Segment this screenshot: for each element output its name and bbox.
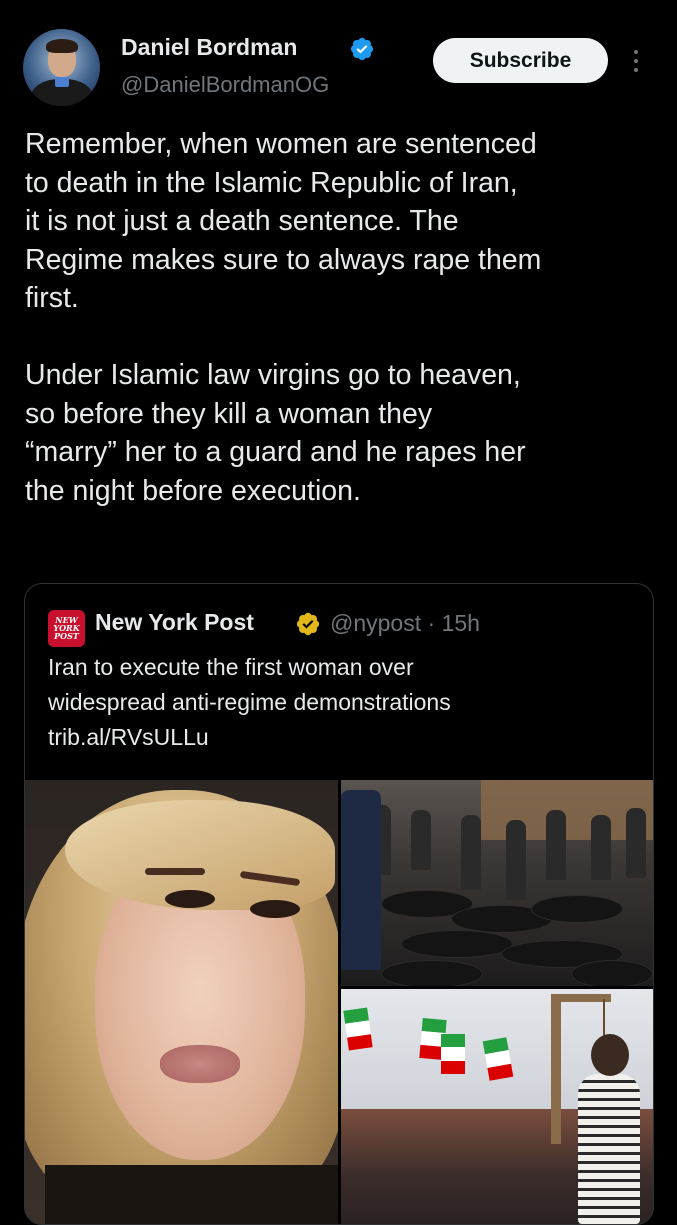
author-handle[interactable]: @DanielBordmanOG: [121, 72, 329, 98]
quoted-link[interactable]: trib.al/RVsULLu: [48, 720, 638, 755]
author-name[interactable]: Daniel Bordman: [121, 34, 297, 61]
tweet-line: “marry” her to a guard and he rapes her: [25, 436, 526, 468]
media-grid[interactable]: [25, 780, 653, 1224]
quoted-handle-time[interactable]: @nypost · 15h: [330, 610, 480, 637]
tweet-line: so before they kill a woman they: [25, 397, 433, 430]
quoted-tweet-text: Iran to execute the first woman over wid…: [48, 650, 638, 755]
body-bags-photo[interactable]: [341, 780, 653, 986]
tweet-line: first.: [25, 282, 79, 314]
tweet-line: it is not just a death sentence. The: [25, 205, 459, 237]
nypost-logo: NEW YORK POST: [48, 610, 85, 647]
tweet-text: Remember, when women are sentenced to de…: [25, 125, 665, 510]
subscribe-button[interactable]: Subscribe: [433, 38, 608, 83]
gold-verified-badge-icon: [296, 612, 320, 636]
quoted-line: widespread anti-regime demonstrations: [48, 689, 451, 715]
tweet-line: the night before execution.: [25, 474, 361, 507]
quoted-line: Iran to execute the first woman over: [48, 654, 414, 680]
protest-photo[interactable]: [341, 989, 653, 1224]
author-avatar[interactable]: [23, 29, 100, 106]
tweet-line: Remember, when women are sentenced: [25, 128, 537, 160]
more-vertical-icon[interactable]: [626, 48, 646, 76]
tweet-line: Regime makes sure to always rape them: [25, 243, 542, 276]
portrait-photo[interactable]: [25, 780, 338, 1224]
tweet-line: to death in the Islamic Republic of Iran…: [25, 166, 518, 199]
quoted-tweet-card[interactable]: NEW YORK POST New York Post @nypost · 15…: [24, 583, 654, 1225]
verified-badge-icon: [350, 37, 374, 61]
tweet-line: Under Islamic law virgins go to heaven,: [25, 359, 521, 391]
quoted-author-name[interactable]: New York Post: [95, 609, 254, 636]
